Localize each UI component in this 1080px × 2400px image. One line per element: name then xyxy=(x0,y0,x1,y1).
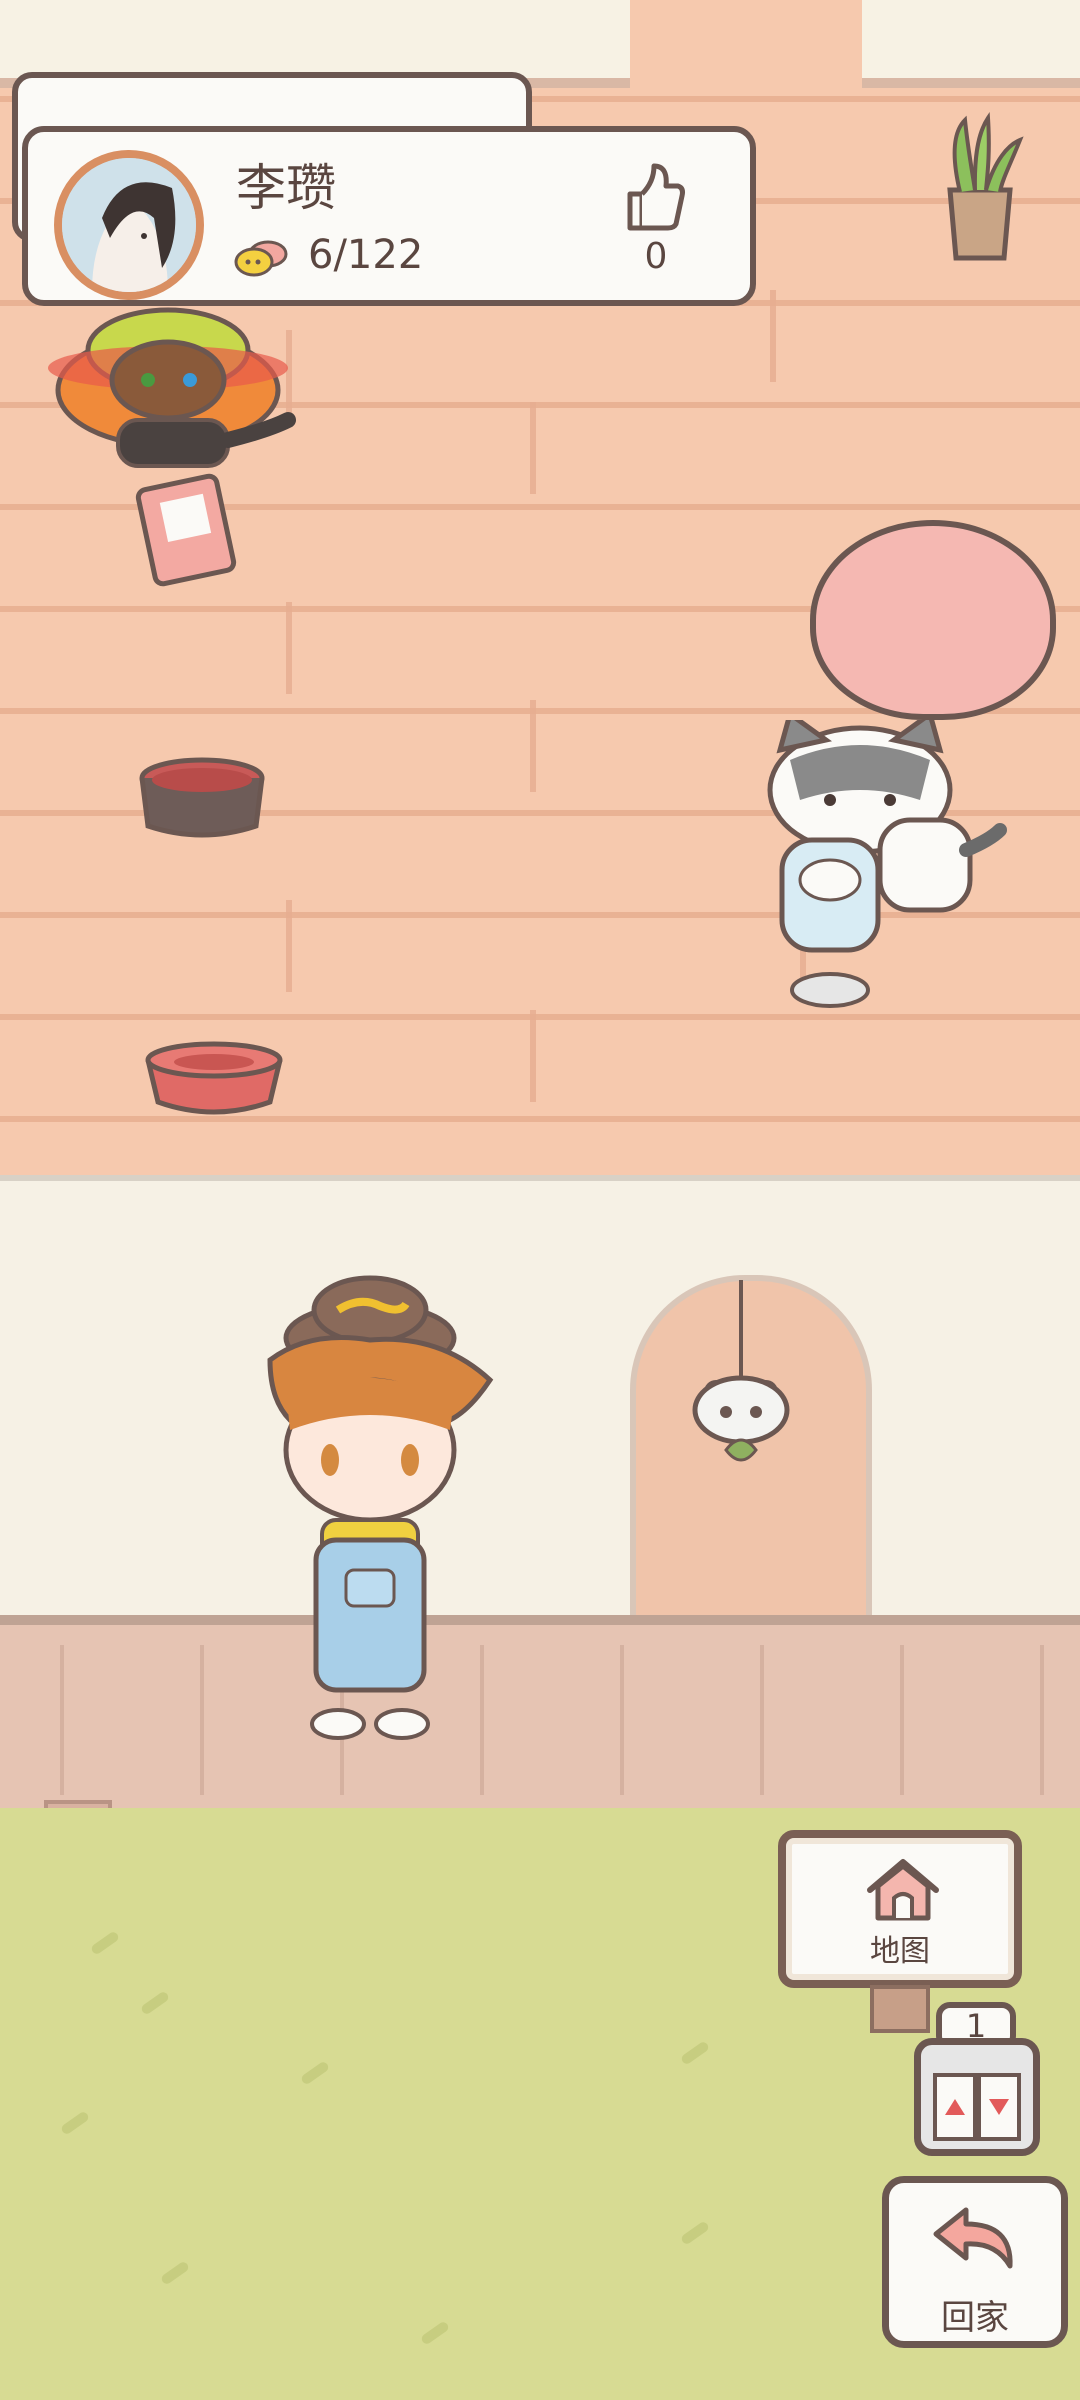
wall xyxy=(0,1175,1080,1621)
sign-post xyxy=(870,1985,930,2033)
plank-seam xyxy=(530,700,536,792)
like-icon[interactable] xyxy=(620,160,686,232)
fish-count: 6/122 xyxy=(308,232,424,278)
fence xyxy=(0,1615,1080,1818)
potted-plant[interactable] xyxy=(930,110,1030,262)
player-name: 李瓒 xyxy=(236,159,336,217)
elevator-icon[interactable] xyxy=(914,2038,1040,2156)
panda-wind-chime[interactable] xyxy=(686,1280,796,1500)
avatar-image xyxy=(62,158,196,292)
plank-seam xyxy=(770,290,776,382)
up-arrow-icon xyxy=(945,2099,965,2115)
player-character[interactable] xyxy=(230,1270,510,1750)
like-count: 0 xyxy=(644,236,668,277)
elevator-door-right xyxy=(977,2073,1021,2141)
avatar[interactable] xyxy=(54,150,204,300)
elevator-door-left xyxy=(933,2073,977,2141)
calico-cat-with-hat[interactable] xyxy=(48,280,308,480)
down-arrow-icon xyxy=(989,2099,1009,2115)
plank-seam xyxy=(286,900,292,992)
food-bowl[interactable] xyxy=(138,756,266,840)
map-label: 地图 xyxy=(870,1934,930,1969)
house-icon xyxy=(867,1859,939,1921)
plank-seam xyxy=(530,402,536,494)
plank-seam xyxy=(286,602,292,694)
top-ledge xyxy=(862,0,1080,88)
plank-seam xyxy=(530,1010,536,1102)
book[interactable] xyxy=(130,470,250,590)
water-bowl[interactable] xyxy=(144,1040,284,1116)
fish-icon xyxy=(234,240,288,277)
return-arrow-icon xyxy=(933,2207,1013,2269)
home-label: 回家 xyxy=(941,2298,1009,2338)
gray-tabby-cat[interactable] xyxy=(760,720,1010,1020)
pink-beanbag[interactable] xyxy=(810,520,1056,720)
